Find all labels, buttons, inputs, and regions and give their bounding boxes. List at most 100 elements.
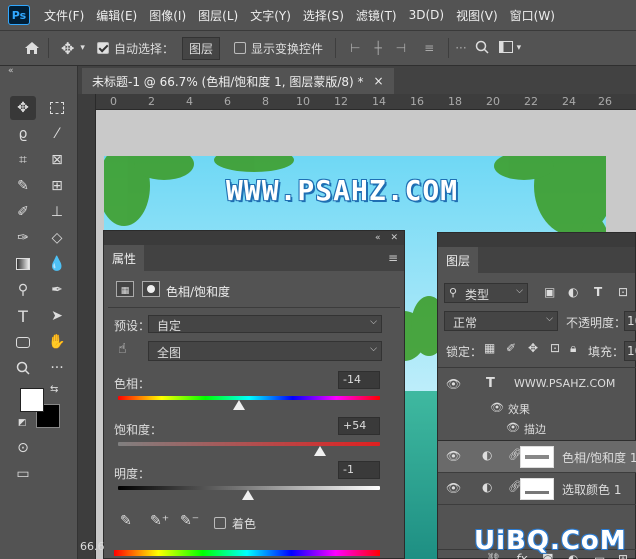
- crop-tool[interactable]: ⌗: [10, 148, 36, 172]
- home-icon[interactable]: [22, 41, 42, 55]
- stroke-eye-icon[interactable]: 👁︎: [506, 421, 520, 434]
- more-tools-icon[interactable]: ···: [44, 356, 70, 380]
- move-tool-icon[interactable]: ✥: [61, 39, 74, 58]
- align-center-icon[interactable]: ┼: [374, 41, 381, 55]
- pen-tool[interactable]: ✒: [44, 278, 70, 302]
- shape-tool[interactable]: [10, 330, 36, 354]
- eye-icon[interactable]: 👁︎: [446, 481, 461, 495]
- close-icon[interactable]: ✕: [390, 233, 398, 243]
- lock-transparent-icon[interactable]: ▦: [484, 341, 495, 355]
- workspace-icon[interactable]: [498, 40, 513, 56]
- blend-mode-dropdown[interactable]: 正常 ⌵: [444, 311, 558, 331]
- lock-all-icon[interactable]: 🔒︎: [570, 341, 576, 356]
- lock-position-icon[interactable]: ✥: [528, 341, 538, 355]
- eye-icon[interactable]: 👁︎: [446, 449, 461, 463]
- menu-window[interactable]: 窗口(W): [504, 7, 561, 24]
- collapse-icon[interactable]: «: [8, 66, 14, 76]
- default-colors-icon[interactable]: ◩: [18, 418, 27, 428]
- brush-tool[interactable]: ✐: [10, 200, 36, 224]
- menu-image[interactable]: 图像(I): [143, 7, 192, 24]
- align-left-icon[interactable]: ⊢: [350, 41, 360, 55]
- filter-pixel-icon[interactable]: ▣: [544, 285, 555, 299]
- layer-mask-thumbnail[interactable]: [520, 478, 554, 500]
- screen-mode-icon[interactable]: ▭: [10, 462, 36, 486]
- hue-slider-track[interactable]: [118, 396, 380, 400]
- spot-heal-tool[interactable]: ⊞: [44, 174, 70, 198]
- colorize-checkbox[interactable]: [214, 517, 226, 529]
- hand-tool[interactable]: ✋: [44, 330, 70, 354]
- saturation-slider-thumb[interactable]: [313, 446, 326, 456]
- type-tool[interactable]: T: [10, 304, 36, 328]
- eyedropper-minus-icon[interactable]: ✎⁻: [180, 513, 199, 529]
- range-dropdown[interactable]: 全图 ⌵: [148, 341, 382, 361]
- saturation-slider-track[interactable]: [118, 442, 380, 446]
- lasso-tool[interactable]: ϱ: [10, 122, 36, 146]
- panel-menu-icon[interactable]: ≡: [388, 251, 398, 265]
- marquee-tool[interactable]: [44, 96, 70, 120]
- tab-properties[interactable]: 属性: [104, 245, 145, 271]
- layer-row-stroke[interactable]: 👁︎ 描边: [438, 419, 636, 441]
- layer-row-effects[interactable]: 👁︎ 效果: [438, 399, 636, 419]
- hue-slider-thumb[interactable]: [232, 400, 245, 410]
- document-tab[interactable]: 未标题-1 @ 66.7% (色相/饱和度 1, 图层蒙版/8) * ×: [82, 68, 394, 94]
- blur-tool[interactable]: 💧: [44, 252, 70, 276]
- menu-filter[interactable]: 滤镜(T): [350, 7, 403, 24]
- show-transform-checkbox[interactable]: [233, 42, 246, 54]
- layer-row-hue-saturation[interactable]: 👁︎ ◐ 🔗︎ 色相/饱和度 1: [438, 441, 636, 473]
- quick-mask-icon[interactable]: ⊙: [10, 436, 36, 460]
- more-icon[interactable]: ···: [455, 41, 466, 55]
- eyedropper-plus-icon[interactable]: ✎⁺: [150, 513, 169, 529]
- layer-filter-dropdown[interactable]: ⚲ 类型 ⌵: [444, 283, 528, 303]
- zoom-tool[interactable]: [10, 356, 36, 380]
- history-brush-tool[interactable]: ✑: [10, 226, 36, 250]
- collapse-icon[interactable]: «: [375, 233, 381, 243]
- lock-artboard-icon[interactable]: ⊡: [550, 341, 560, 355]
- lightness-input[interactable]: -1: [338, 461, 380, 479]
- foreground-color-swatch[interactable]: [20, 388, 44, 412]
- menu-type[interactable]: 文字(Y): [244, 7, 297, 24]
- stamp-tool[interactable]: ⊥: [44, 200, 70, 224]
- layer-row-selective-color[interactable]: 👁︎ ◐ 🔗︎ 选取颜色 1: [438, 473, 636, 505]
- search-icon[interactable]: [475, 40, 489, 57]
- filter-adjust-icon[interactable]: ◐: [568, 285, 578, 299]
- chevron-down-icon[interactable]: ▾: [517, 43, 522, 53]
- saturation-input[interactable]: +54: [338, 417, 380, 435]
- lock-pixels-icon[interactable]: ✐: [506, 341, 516, 355]
- menu-layer[interactable]: 图层(L): [192, 7, 244, 24]
- close-icon[interactable]: ×: [374, 74, 384, 88]
- layer-row-text[interactable]: 👁︎ T WWW.PSAHZ.COM: [438, 369, 636, 399]
- swap-colors-icon[interactable]: ⇆: [50, 384, 58, 395]
- menu-edit[interactable]: 编辑(E): [90, 7, 143, 24]
- distribute-icon[interactable]: ≡: [424, 41, 434, 55]
- auto-select-checkbox[interactable]: [96, 42, 109, 54]
- frame-tool[interactable]: ⊠: [44, 148, 70, 172]
- layer-mask-thumbnail[interactable]: [520, 446, 554, 468]
- magic-wand-tool[interactable]: ⁄: [44, 122, 70, 146]
- targeted-adjust-icon[interactable]: ☝: [118, 341, 127, 357]
- hue-input[interactable]: -14: [338, 371, 380, 389]
- menu-select[interactable]: 选择(S): [297, 7, 350, 24]
- gradient-tool[interactable]: [10, 252, 36, 276]
- zoom-status[interactable]: 66.6: [80, 540, 105, 553]
- tab-layers[interactable]: 图层: [438, 247, 479, 273]
- eye-icon[interactable]: 👁︎: [446, 377, 461, 391]
- adjustment-icon[interactable]: ▦: [116, 281, 134, 297]
- chevron-down-icon[interactable]: ▾: [80, 43, 85, 53]
- filter-type-icon[interactable]: T: [594, 285, 602, 299]
- move-tool[interactable]: ✥: [10, 96, 36, 120]
- mask-icon[interactable]: [142, 281, 160, 297]
- eyedropper-tool[interactable]: ✎: [10, 174, 36, 198]
- eraser-tool[interactable]: ◇: [44, 226, 70, 250]
- lightness-slider-thumb[interactable]: [241, 490, 254, 500]
- preset-dropdown[interactable]: 自定 ⌵: [148, 315, 382, 333]
- fill-input[interactable]: 10: [624, 341, 636, 361]
- align-right-icon[interactable]: ⊣: [396, 41, 406, 55]
- filter-shape-icon[interactable]: ⊡: [618, 285, 628, 299]
- dodge-tool[interactable]: ⚲: [10, 278, 36, 302]
- menu-3d[interactable]: 3D(D): [403, 8, 450, 22]
- path-select-tool[interactable]: ➤: [44, 304, 70, 328]
- auto-select-dropdown[interactable]: 图层: [181, 36, 220, 60]
- menu-view[interactable]: 视图(V): [450, 7, 504, 24]
- opacity-input[interactable]: 10: [624, 311, 636, 331]
- menu-file[interactable]: 文件(F): [38, 7, 90, 24]
